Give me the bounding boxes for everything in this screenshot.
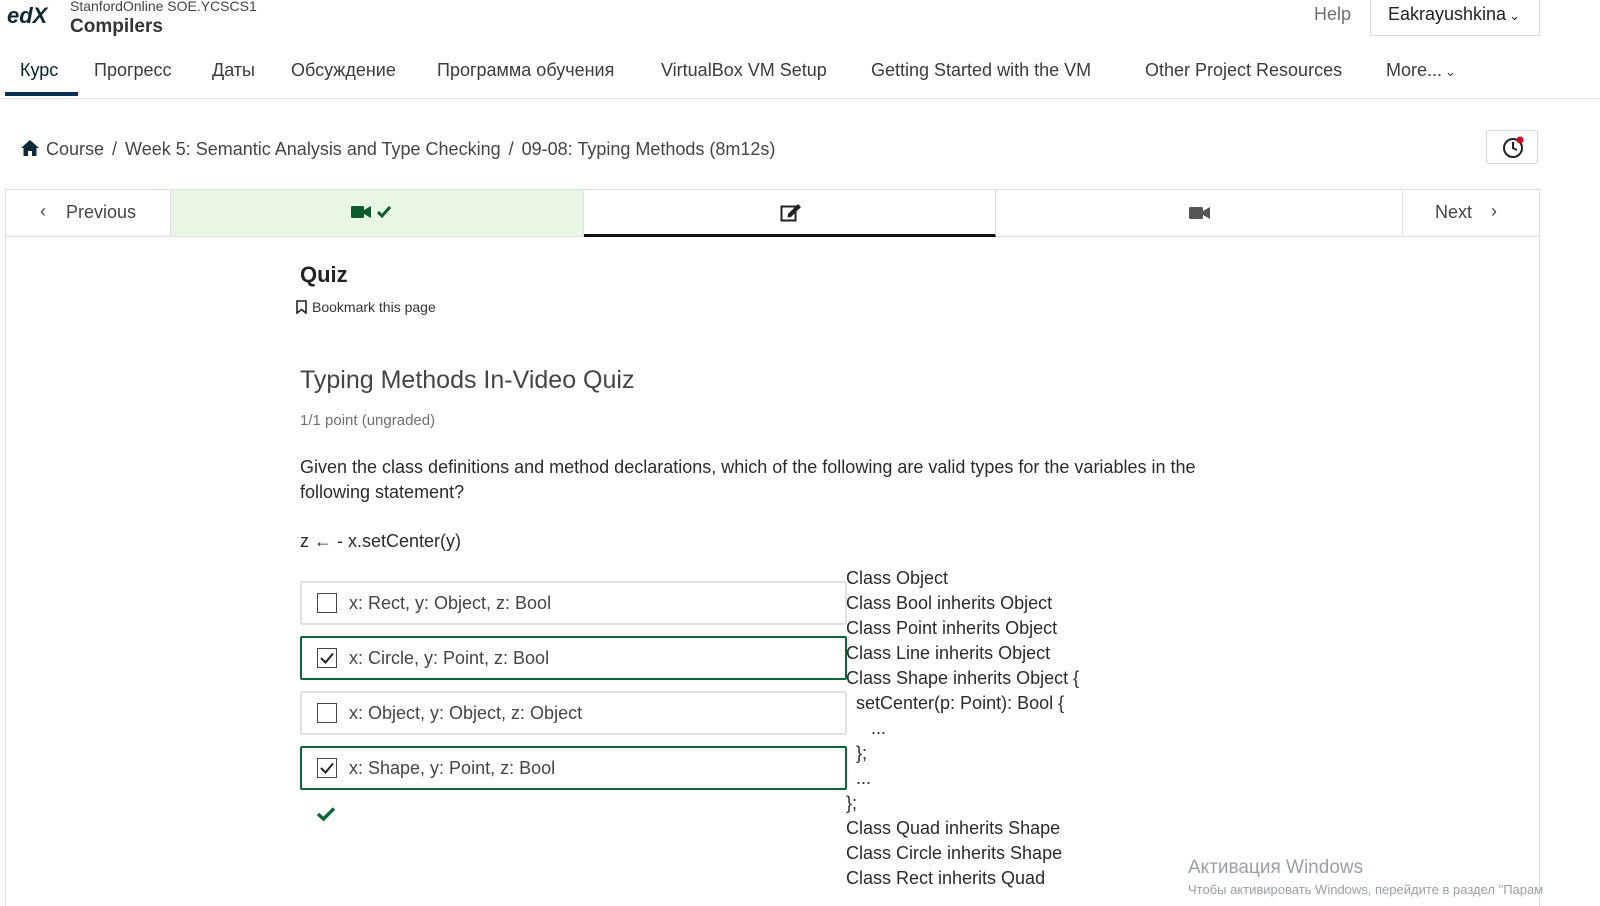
video-icon — [351, 206, 392, 219]
breadcrumb-course[interactable]: Course — [46, 139, 104, 159]
problem-statement: z ← - x.setCenter(y) — [300, 531, 462, 551]
checkbox[interactable] — [317, 758, 337, 778]
edit-icon — [780, 204, 801, 222]
choice-label: x: Circle, y: Point, z: Bool — [349, 648, 550, 668]
checkmark-icon — [320, 652, 334, 664]
next-label: Next — [1435, 202, 1473, 222]
sequence-navigation: ‹ Previous Next › — [5, 189, 1540, 237]
checkbox[interactable] — [317, 593, 337, 613]
breadcrumb-week[interactable]: Week 5: Semantic Analysis and Type Check… — [125, 139, 501, 159]
home-icon — [20, 139, 40, 157]
tab-virtualbox-setup[interactable]: VirtualBox VM Setup — [661, 60, 827, 81]
site-header: edX StanfordOnline SOE.YCSCS1 Compilers … — [0, 0, 1600, 40]
windows-activation-watermark: Активация Windows Чтобы активировать Win… — [1188, 857, 1543, 897]
correct-check-icon — [316, 806, 336, 827]
breadcrumb-unit[interactable]: 09-08: Typing Methods (8m12s) — [522, 139, 776, 159]
watermark-subtitle: Чтобы активировать Windows, перейдите в … — [1188, 882, 1544, 897]
video-icon — [1189, 207, 1210, 219]
breadcrumb: Course / Week 5: Semantic Analysis and Typ… — [20, 139, 775, 160]
bookmark-icon — [296, 300, 307, 314]
course-name: Compilers — [70, 16, 163, 37]
choice-label: x: Shape, y: Point, z: Bool — [349, 758, 556, 778]
sequence-unit-video[interactable] — [996, 190, 1403, 236]
code-line: Class Quad inherits Shape — [846, 818, 1061, 838]
code-line: Class Circle inherits Shape — [846, 843, 1063, 863]
previous-button[interactable]: ‹ Previous — [6, 190, 171, 236]
svg-text:edX: edX — [7, 3, 49, 28]
class-definitions: Class Object Class Bool inherits Object Cl… — [846, 566, 1079, 891]
checkmark-icon — [320, 762, 334, 774]
chevron-right-icon: › — [1491, 201, 1497, 221]
bookmark-label: Bookmark this page — [312, 299, 436, 315]
tab-more-label: More... — [1386, 60, 1443, 80]
tab-course[interactable]: Курс — [20, 60, 58, 81]
code-line: setCenter(p: Point): Bool { — [846, 693, 1065, 713]
choice-option[interactable]: x: Object, y: Object, z: Object — [300, 691, 847, 735]
bookmark-button[interactable]: Bookmark this page — [296, 299, 436, 315]
unit-content — [5, 236, 1540, 906]
breadcrumb-separator: / — [112, 139, 118, 159]
code-line: Class Object — [846, 568, 949, 588]
clock-icon — [1503, 136, 1524, 158]
watermark-title: Активация Windows — [1188, 857, 1364, 878]
course-org: StanfordOnline SOE.YCSCS1 — [70, 0, 257, 14]
sequence-unit-problem-current[interactable] — [584, 190, 996, 237]
next-button[interactable]: Next › — [1403, 190, 1539, 236]
chevron-down-icon: ⌄ — [1445, 64, 1456, 79]
code-line: Class Shape inherits Object { — [846, 668, 1080, 688]
course-outline-button[interactable] — [1486, 130, 1538, 164]
tab-project-resources[interactable]: Other Project Resources — [1145, 60, 1342, 81]
previous-label: Previous — [66, 202, 137, 222]
code-line: Class Line inherits Object — [846, 643, 1051, 663]
tab-more[interactable]: More... ⌄ — [1386, 60, 1456, 81]
edx-logo[interactable]: edX — [6, 2, 54, 32]
chevron-down-icon: ⌄ — [1509, 8, 1520, 23]
problem-points: 1/1 point (ungraded) — [300, 412, 436, 429]
active-tab-indicator — [5, 92, 78, 96]
problem-question: Given the class definitions and method d… — [300, 457, 1196, 502]
code-line: }; — [846, 743, 868, 763]
tab-syllabus[interactable]: Программа обучения — [437, 60, 614, 81]
user-name: Eakrayushkina — [1388, 4, 1507, 24]
breadcrumb-separator: / — [508, 139, 514, 159]
code-line: ... — [846, 718, 887, 738]
code-line: Class Rect inherits Quad — [846, 868, 1046, 888]
code-line: Class Point inherits Object — [846, 618, 1058, 638]
code-line: ... — [846, 768, 872, 788]
user-menu-button[interactable]: Eakrayushkina ⌄ — [1370, 0, 1540, 36]
code-line: Class Bool inherits Object — [846, 593, 1053, 613]
course-tabs: Курс Прогресс Даты Обсуждение Программа … — [0, 50, 1600, 99]
problem-title: Typing Methods In-Video Quiz — [300, 366, 635, 394]
tab-dates[interactable]: Даты — [212, 60, 255, 81]
tab-discussion[interactable]: Обсуждение — [291, 60, 396, 81]
tab-getting-started[interactable]: Getting Started with the VM — [871, 60, 1091, 81]
checkbox[interactable] — [317, 648, 337, 668]
choice-option[interactable]: x: Circle, y: Point, z: Bool — [300, 636, 847, 680]
tab-progress[interactable]: Прогресс — [94, 60, 172, 81]
unit-title: Quiz — [300, 262, 348, 287]
choice-label: x: Object, y: Object, z: Object — [349, 703, 583, 723]
checkbox[interactable] — [317, 703, 337, 723]
help-link[interactable]: Help — [1314, 4, 1351, 25]
choice-label: x: Rect, y: Object, z: Bool — [349, 593, 552, 613]
choice-option[interactable]: x: Rect, y: Object, z: Bool — [300, 581, 847, 625]
chevron-left-icon: ‹ — [40, 201, 46, 221]
sequence-unit-video-complete[interactable] — [171, 190, 584, 236]
choice-option[interactable]: x: Shape, y: Point, z: Bool — [300, 746, 847, 790]
code-line: }; — [846, 793, 858, 813]
